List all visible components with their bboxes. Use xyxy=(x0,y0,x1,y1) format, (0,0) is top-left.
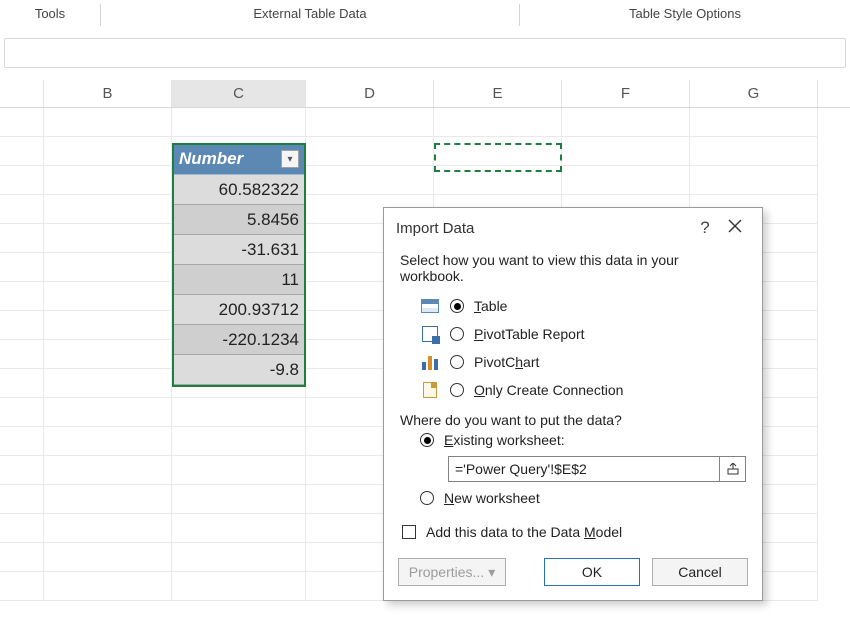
ribbon-group-tools: Tools xyxy=(0,4,100,30)
table-row[interactable]: -220.1234 xyxy=(172,325,306,355)
connection-icon xyxy=(420,381,440,399)
table-icon xyxy=(420,297,440,315)
help-button[interactable]: ? xyxy=(690,218,720,238)
formula-bar[interactable] xyxy=(4,38,846,68)
radio-existing[interactable] xyxy=(420,433,434,447)
radio-table[interactable] xyxy=(450,299,464,313)
table-header-row[interactable]: Number ▾ xyxy=(172,143,306,175)
ribbon-groups: Tools External Table Data Table Style Op… xyxy=(0,4,850,30)
option-connection-only[interactable]: Only Create Connection xyxy=(400,376,746,404)
close-icon[interactable] xyxy=(720,219,750,238)
ok-button[interactable]: OK xyxy=(544,558,640,586)
option-existing-worksheet[interactable]: Existing worksheet: xyxy=(400,428,746,452)
ribbon-group-styles: Table Style Options xyxy=(520,4,850,30)
col-head-e[interactable]: E xyxy=(434,80,562,107)
chevron-down-icon: ▾ xyxy=(488,564,495,581)
option-chart-label: PivotChart xyxy=(474,354,539,370)
data-model-label: Add this data to the Data Model xyxy=(426,524,622,540)
column-headers: B C D E F G xyxy=(0,80,850,108)
option-pivottable[interactable]: PivotTable Report xyxy=(400,320,746,348)
chart-icon xyxy=(420,353,440,371)
col-head-d[interactable]: D xyxy=(306,80,434,107)
table-row[interactable]: -9.8 xyxy=(172,355,306,385)
new-label: New worksheet xyxy=(444,490,540,506)
ribbon-group-external: External Table Data xyxy=(101,4,519,30)
properties-button[interactable]: Properties...▾ xyxy=(398,558,506,586)
option-table-label: Table xyxy=(474,298,507,314)
data-table[interactable]: Number ▾ 60.582322 5.8456 -31.631 11 200… xyxy=(172,143,306,385)
radio-pivot[interactable] xyxy=(450,327,464,341)
cell-reference-input[interactable]: ='Power Query'!$E$2 xyxy=(448,456,720,482)
option-new-worksheet[interactable]: New worksheet xyxy=(400,486,746,510)
table-row[interactable]: -31.631 xyxy=(172,235,306,265)
col-head-a[interactable] xyxy=(0,80,44,107)
dialog-title: Import Data xyxy=(396,220,474,237)
table-row[interactable]: 60.582322 xyxy=(172,175,306,205)
option-table[interactable]: Table xyxy=(400,292,746,320)
radio-conn[interactable] xyxy=(450,383,464,397)
option-pivotchart[interactable]: PivotChart xyxy=(400,348,746,376)
col-head-f[interactable]: F xyxy=(562,80,690,107)
table-row[interactable]: 200.93712 xyxy=(172,295,306,325)
dialog-prompt: Select how you want to view this data in… xyxy=(400,252,746,284)
table-row[interactable]: 5.8456 xyxy=(172,205,306,235)
col-head-c[interactable]: C xyxy=(172,80,306,107)
filter-dropdown-icon[interactable]: ▾ xyxy=(281,150,299,168)
import-data-dialog: Import Data ? Select how you want to vie… xyxy=(383,207,763,601)
col-head-g[interactable]: G xyxy=(690,80,818,107)
pivot-icon xyxy=(420,325,440,343)
option-pivot-label: PivotTable Report xyxy=(474,326,585,342)
option-conn-label: Only Create Connection xyxy=(474,382,623,398)
dialog-titlebar[interactable]: Import Data ? xyxy=(384,208,762,248)
radio-new[interactable] xyxy=(420,491,434,505)
add-to-data-model[interactable]: Add this data to the Data Model xyxy=(400,510,746,546)
checkbox-data-model[interactable] xyxy=(402,525,416,539)
col-head-b[interactable]: B xyxy=(44,80,172,107)
where-prompt: Where do you want to put the data? xyxy=(400,412,746,428)
existing-label: Existing worksheet: xyxy=(444,432,565,448)
cancel-button[interactable]: Cancel xyxy=(652,558,748,586)
radio-chart[interactable] xyxy=(450,355,464,369)
table-row[interactable]: 11 xyxy=(172,265,306,295)
table-header-label: Number xyxy=(179,149,275,169)
range-picker-icon[interactable] xyxy=(720,456,746,482)
